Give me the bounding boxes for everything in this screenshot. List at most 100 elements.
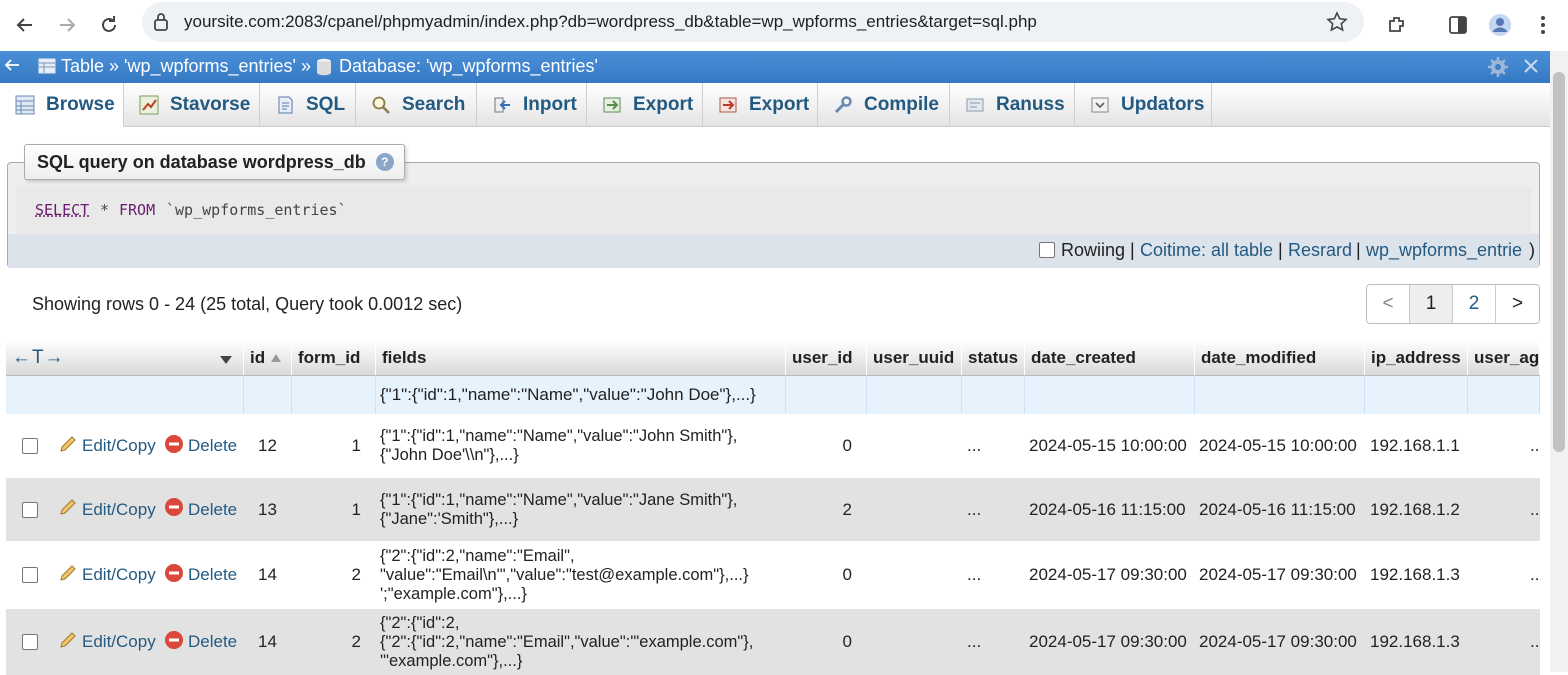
column-header-date-modified[interactable]: date_modified bbox=[1195, 340, 1365, 375]
edit-copy-link[interactable]: Edit/Copy bbox=[58, 609, 156, 675]
edit-copy-link[interactable]: Edit/Copy bbox=[58, 414, 156, 478]
collapse-arrow-icon[interactable] bbox=[3, 55, 21, 80]
cell-date-created: 2024-05-15 10:00:00 bbox=[1029, 436, 1187, 455]
cell-ip-address: 192.168.1.3 bbox=[1370, 632, 1460, 651]
column-header-status[interactable]: status bbox=[962, 340, 1025, 375]
reload-icon[interactable] bbox=[94, 10, 124, 40]
triggers-icon bbox=[1089, 94, 1111, 116]
close-icon[interactable] bbox=[1522, 57, 1540, 80]
sort-asc-icon bbox=[270, 348, 282, 368]
cell-ip-address: 192.168.1.2 bbox=[1370, 499, 1460, 519]
sql-legend-title: SQL query on database wordpress_db bbox=[37, 151, 366, 172]
row-checkbox[interactable] bbox=[22, 567, 38, 583]
table-row: Edit/Copy Delete 12 1 {"1":{"id":1,"name… bbox=[6, 414, 1540, 478]
cell-date-modified: 2024-05-17 09:30:00 bbox=[1199, 632, 1357, 651]
site-info-icon[interactable] bbox=[152, 12, 170, 37]
row-checkbox[interactable] bbox=[22, 438, 38, 454]
delete-link[interactable]: Delete bbox=[164, 609, 237, 675]
rows-summary: Showing rows 0 - 24 (25 total, Query too… bbox=[32, 294, 463, 314]
page-1-button[interactable]: 1 bbox=[1410, 285, 1453, 323]
column-header-user-agent[interactable]: user_ag bbox=[1468, 340, 1540, 375]
column-header-id[interactable]: id bbox=[244, 340, 292, 375]
sql-keyword-from: FROM bbox=[119, 201, 156, 219]
column-header-date-created[interactable]: date_created bbox=[1025, 340, 1195, 375]
separator: | bbox=[1278, 240, 1283, 260]
table-link[interactable]: wp_wpforms_entrie bbox=[1366, 240, 1522, 261]
sql-code[interactable]: SELECT * FROM `wp_wpforms_entries` bbox=[16, 187, 1531, 233]
column-header-user-uuid[interactable]: user_uuid bbox=[867, 340, 962, 375]
row-checkbox[interactable] bbox=[22, 634, 38, 650]
tab-ranuss-label: Ranuss bbox=[996, 94, 1065, 115]
back-icon[interactable] bbox=[10, 10, 40, 40]
pencil-icon bbox=[58, 563, 78, 588]
delete-link[interactable]: Delete bbox=[164, 478, 237, 541]
column-header-ip-address[interactable]: ip_address bbox=[1365, 340, 1468, 375]
forward-icon[interactable] bbox=[52, 10, 82, 40]
edit-copy-link[interactable]: Edit/Copy bbox=[58, 541, 156, 609]
cell-user-id: 0 bbox=[842, 436, 852, 455]
refresh-link[interactable]: Resrard bbox=[1288, 240, 1352, 261]
cell-fields: {"1":{"id":1,"name":"Name","value":"Jane… bbox=[380, 490, 738, 528]
edit-copy-link[interactable]: Edit/Copy bbox=[58, 478, 156, 541]
help-icon[interactable]: ? bbox=[375, 153, 394, 171]
tab-ranuss[interactable]: Ranuss bbox=[950, 83, 1075, 127]
table-row: Edit/Copy Delete 13 1 {"1":{"id":1,"name… bbox=[6, 478, 1540, 541]
scrollbar-thumb[interactable] bbox=[1553, 72, 1565, 452]
operations-icon bbox=[964, 94, 986, 116]
cell-date-modified: 2024-05-17 09:30:00 bbox=[1199, 565, 1357, 584]
cell-ip-address: 192.168.1.1 bbox=[1370, 436, 1460, 455]
menu-icon[interactable] bbox=[1528, 10, 1558, 40]
search-icon bbox=[370, 94, 392, 116]
tab-export[interactable]: Export bbox=[587, 83, 703, 127]
page-2-button[interactable]: 2 bbox=[1453, 285, 1496, 323]
chevron-down-icon[interactable] bbox=[219, 350, 233, 370]
inline-edit-link[interactable]: Coitime: all table bbox=[1140, 240, 1273, 261]
sql-keyword-select[interactable]: SELECT bbox=[35, 201, 89, 219]
row-checkbox[interactable] bbox=[22, 501, 38, 518]
separator: | bbox=[1356, 240, 1361, 260]
prev-page-button[interactable]: < bbox=[1367, 285, 1410, 323]
tab-search[interactable]: Search bbox=[356, 83, 477, 127]
delete-icon bbox=[164, 630, 184, 655]
star-icon[interactable] bbox=[1326, 11, 1348, 38]
browser-toolbar: yoursite.com:2083/cpanel/phpmyadmin/inde… bbox=[0, 0, 1568, 50]
close-paren: ) bbox=[1529, 240, 1535, 260]
filter-row: {"1":{"id":1,"name":"Name","value":"John… bbox=[6, 376, 1540, 414]
profile-avatar-icon[interactable] bbox=[1485, 10, 1515, 40]
tab-import[interactable]: Inport bbox=[477, 83, 587, 127]
tab-structure[interactable]: Stavorse bbox=[124, 83, 260, 127]
column-header-fields[interactable]: fields bbox=[376, 340, 786, 375]
tab-sql[interactable]: SQL bbox=[260, 83, 356, 127]
filter-fields-value[interactable]: {"1":{"id":1,"name":"Name","value":"John… bbox=[376, 376, 786, 414]
column-header-form-id[interactable]: form_id bbox=[292, 340, 376, 375]
delete-link[interactable]: Delete bbox=[164, 541, 237, 609]
extensions-icon[interactable] bbox=[1382, 10, 1412, 40]
tab-export-2[interactable]: Export bbox=[703, 83, 818, 127]
url-text[interactable]: yoursite.com:2083/cpanel/phpmyadmin/inde… bbox=[184, 12, 1037, 32]
column-arrows[interactable]: ←T→ bbox=[12, 347, 65, 369]
side-panel-icon[interactable] bbox=[1443, 10, 1473, 40]
breadcrumb-database[interactable]: Database: 'wp_wpforms_entries' bbox=[339, 56, 598, 77]
breadcrumb-table[interactable]: Table » 'wp_wpforms_entries' » bbox=[61, 56, 311, 77]
table-row: Edit/Copy Delete 14 2 {"2":{"id":2,"name… bbox=[6, 541, 1540, 609]
sql-options-bar: Rowiing | Coitime: all table | Resrard |… bbox=[8, 234, 1539, 268]
tab-triggers[interactable]: Updators bbox=[1075, 83, 1212, 127]
settings-gear-icon[interactable] bbox=[1487, 56, 1509, 83]
pencil-icon bbox=[58, 630, 78, 655]
column-header-user-id[interactable]: user_id bbox=[786, 340, 867, 375]
delete-link[interactable]: Delete bbox=[164, 414, 237, 478]
cell-user-agent: .. bbox=[1530, 565, 1540, 584]
table-row: Edit/Copy Delete 14 2 {"2":{"id":2, {"2"… bbox=[6, 609, 1540, 675]
delete-icon bbox=[164, 563, 184, 588]
tab-import-label: Inport bbox=[523, 94, 577, 115]
cell-user-id: 2 bbox=[842, 499, 852, 519]
profiling-checkbox[interactable] bbox=[1039, 242, 1055, 258]
tab-operations[interactable]: Compile bbox=[818, 83, 950, 127]
cell-form-id: 2 bbox=[351, 565, 361, 584]
cell-user-id: 0 bbox=[842, 632, 852, 651]
cell-user-agent: .. bbox=[1530, 632, 1540, 651]
next-page-button[interactable]: > bbox=[1496, 285, 1539, 323]
address-bar[interactable]: yoursite.com:2083/cpanel/phpmyadmin/inde… bbox=[142, 2, 1364, 42]
cell-date-created: 2024-05-16 11:15:00 bbox=[1029, 499, 1186, 519]
tab-browse[interactable]: Browse bbox=[0, 83, 124, 127]
